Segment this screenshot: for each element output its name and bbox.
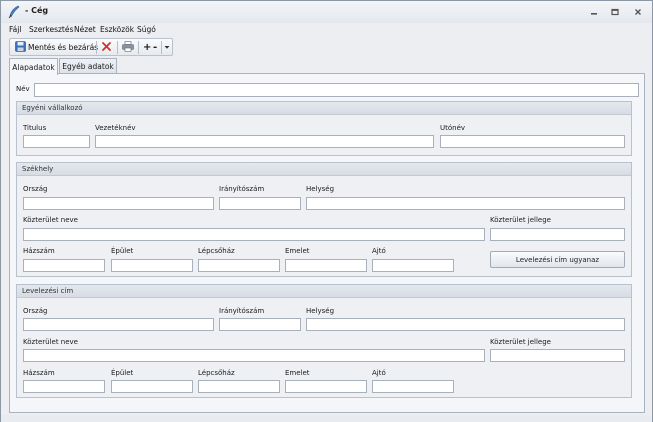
group-title: Levelezési cím: [22, 287, 74, 295]
mailing-street-type-field[interactable]: [490, 349, 625, 362]
restore-icon[interactable]: [609, 6, 621, 17]
mailing-street-type-label: Közterület jellege: [490, 338, 551, 346]
print-button[interactable]: [122, 40, 134, 55]
add-icon: +: [143, 42, 152, 53]
street-label: Közterület neve: [23, 216, 78, 224]
tab-basic-data[interactable]: Alapadatok: [9, 58, 58, 75]
window-title: - Cég: [25, 6, 49, 15]
door-label: Ajtó: [372, 247, 386, 255]
title-field[interactable]: [23, 135, 90, 148]
street-type-field[interactable]: [490, 228, 625, 241]
status-bar: [1, 415, 652, 422]
mailing-country-label: Ország: [23, 307, 48, 315]
mailing-street-label: Közterület neve: [23, 338, 78, 346]
floor-label: Emelet: [285, 247, 310, 255]
tab-other-data[interactable]: Egyéb adatok: [59, 58, 117, 74]
door-field[interactable]: [372, 259, 454, 272]
zip-field[interactable]: [219, 197, 301, 210]
house-number-label: Házszám: [23, 247, 55, 255]
toolbar-separator: [138, 41, 139, 54]
group-header: Székhely: [17, 163, 631, 176]
menu-item-tools[interactable]: Eszközök: [100, 25, 134, 34]
save-close-label: Mentés és bezárás: [28, 43, 99, 52]
title-bar: - Cég: [1, 1, 652, 23]
sole-trader-group: Egyéni vállalkozó Titulus Vezetéknév Utó…: [16, 101, 632, 156]
street-type-label: Közterület jellege: [490, 216, 551, 224]
minimize-icon[interactable]: [588, 6, 600, 17]
close-icon[interactable]: [632, 6, 644, 17]
headquarters-group: Székhely Ország Irányítószám Helység Köz…: [16, 162, 632, 277]
group-header: Levelezési cím: [17, 285, 631, 298]
group-title: Egyéni vállalkozó: [22, 104, 83, 112]
mailing-country-field[interactable]: [23, 318, 214, 331]
city-field[interactable]: [306, 197, 625, 210]
surname-label: Vezetéknév: [95, 124, 136, 132]
house-number-field[interactable]: [23, 259, 105, 272]
add-button[interactable]: +: [143, 40, 151, 55]
mailing-building-label: Épület: [111, 369, 134, 377]
menu-item-help[interactable]: Súgó: [137, 25, 156, 34]
menu-bar: Fájl Szerkesztés Nézet Eszközök Súgó: [1, 23, 652, 37]
name-label: Név: [16, 85, 30, 93]
tab-label: Alapadatok: [12, 62, 55, 72]
save-close-button[interactable]: Mentés és bezárás: [15, 40, 98, 55]
toolbar-separator: [117, 41, 118, 54]
country-field[interactable]: [23, 197, 214, 210]
mailing-door-field[interactable]: [372, 380, 454, 393]
toolbar: Mentés és bezárás + -: [9, 38, 173, 56]
staircase-label: Lépcsőház: [198, 247, 235, 255]
menu-item-edit[interactable]: Szerkesztés: [29, 25, 73, 34]
building-label: Épület: [111, 247, 134, 255]
remove-button[interactable]: -: [153, 40, 157, 55]
print-icon: [122, 41, 134, 54]
zip-label: Irányítószám: [219, 185, 265, 193]
mailing-door-label: Ajtó: [372, 369, 386, 377]
mailing-street-field[interactable]: [23, 349, 485, 362]
mailing-house-number-field[interactable]: [23, 380, 105, 393]
delete-icon: [101, 41, 112, 54]
menu-item-view[interactable]: Nézet: [74, 25, 96, 34]
title-label: Titulus: [23, 124, 47, 132]
dropdown-icon: [163, 43, 171, 53]
remove-icon: -: [153, 42, 158, 53]
menu-item-file[interactable]: Fájl: [9, 25, 21, 34]
toolbar-separator: [161, 41, 162, 54]
mailing-floor-label: Emelet: [285, 369, 310, 377]
mailing-house-number-label: Házszám: [23, 369, 55, 377]
firstname-field[interactable]: [440, 135, 625, 148]
mailing-floor-field[interactable]: [285, 380, 367, 393]
mailing-staircase-field[interactable]: [198, 380, 280, 393]
country-label: Ország: [23, 185, 48, 193]
app-window: - Cég Fájl Szerkesztés Nézet Eszközök Sú…: [0, 0, 653, 422]
mailing-zip-label: Irányítószám: [219, 307, 265, 315]
tab-content-panel: Név Egyéni vállalkozó Titulus Vezetéknév…: [9, 73, 645, 413]
surname-field[interactable]: [95, 135, 434, 148]
tab-label: Egyéb adatok: [62, 62, 114, 71]
mailing-city-field[interactable]: [306, 318, 625, 331]
save-icon: [15, 41, 26, 54]
mailing-staircase-label: Lépcsőház: [198, 369, 235, 377]
group-title: Székhely: [22, 165, 54, 173]
staircase-field[interactable]: [198, 259, 280, 272]
mailing-zip-field[interactable]: [219, 318, 301, 331]
delete-button[interactable]: [101, 40, 112, 55]
toolbar-separator: [96, 41, 97, 54]
mailing-city-label: Helység: [306, 307, 335, 315]
floor-field[interactable]: [285, 259, 367, 272]
name-field[interactable]: [34, 83, 639, 97]
feather-pen-icon: [7, 5, 21, 19]
city-label: Helység: [306, 185, 335, 193]
firstname-label: Utónév: [440, 124, 466, 132]
street-field[interactable]: [23, 228, 485, 241]
mailing-address-group: Levelezési cím Ország Irányítószám Helys…: [16, 284, 632, 398]
mailing-building-field[interactable]: [111, 380, 193, 393]
same-mailing-address-button[interactable]: Levelezési cím ugyanaz: [490, 251, 625, 268]
group-header: Egyéni vállalkozó: [17, 102, 631, 115]
toolbar-overflow-button[interactable]: [163, 40, 171, 55]
building-field[interactable]: [111, 259, 193, 272]
